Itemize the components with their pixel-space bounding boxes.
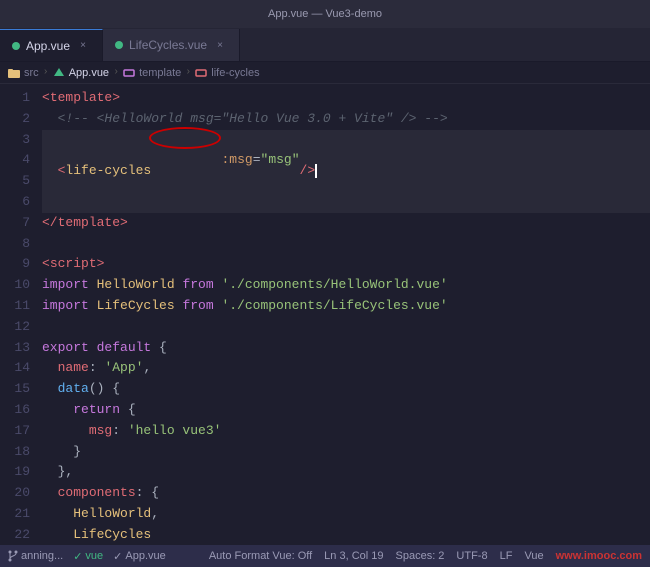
bc-sep-3: ›: [185, 67, 191, 78]
bc-template: template: [123, 67, 181, 79]
tab-close-lifecycles[interactable]: ×: [213, 38, 227, 52]
code-line-13: return {: [42, 400, 650, 421]
branch-info[interactable]: anning...: [8, 550, 63, 562]
template-icon: [123, 67, 135, 79]
auto-format[interactable]: Auto Format Vue: Off: [209, 550, 312, 562]
code-line-15: }: [42, 442, 650, 463]
branch-name: anning...: [21, 550, 63, 562]
code-line-4: </template>: [42, 213, 650, 234]
tab-app-vue[interactable]: App.vue ×: [0, 29, 103, 61]
app-vue-label: App.vue: [125, 550, 165, 562]
tab-label-app: App.vue: [26, 39, 70, 53]
spaces[interactable]: Spaces: 2: [396, 550, 445, 562]
line-ending[interactable]: LF: [500, 550, 513, 562]
encoding[interactable]: UTF-8: [456, 550, 487, 562]
tabs-bar: App.vue × LifeCycles.vue ×: [0, 28, 650, 62]
cursor-position[interactable]: Ln 3, Col 19: [324, 550, 383, 562]
editor: 1 2 3 4 5 6 7 8 9 10 11 12 13 14 15 16 1…: [0, 84, 650, 545]
tab-close-app[interactable]: ×: [76, 39, 90, 53]
folder-icon: [8, 67, 20, 79]
code-line-8: import LifeCycles from './components/Lif…: [42, 296, 650, 317]
code-line-18: HelloWorld,: [42, 504, 650, 525]
code-line-1: <template>: [42, 88, 650, 109]
status-bar: anning... ✓ vue ✓ App.vue Auto Format Vu…: [0, 545, 650, 567]
title-text: App.vue — Vue3-demo: [268, 8, 382, 20]
code-line-6: <script>: [42, 254, 650, 275]
code-line-14: msg: 'hello vue3': [42, 421, 650, 442]
watermark: www.imooc.com: [556, 550, 642, 562]
code-line-5: [42, 234, 650, 255]
code-line-7: import HelloWorld from './components/Hel…: [42, 275, 650, 296]
line-numbers: 1 2 3 4 5 6 7 8 9 10 11 12 13 14 15 16 1…: [0, 84, 38, 545]
bc-sep-2: ›: [113, 67, 119, 78]
code-line-17: components: {: [42, 483, 650, 504]
status-left: anning... ✓ vue ✓ App.vue: [8, 550, 166, 563]
code-line-2: <!-- <HelloWorld msg="Hello Vue 3.0 + Vi…: [42, 109, 650, 130]
breadcrumb: src › App.vue › template › life-cycles: [0, 62, 650, 84]
code-line-19: LifeCycles: [42, 525, 650, 545]
bc-sep-1: ›: [43, 67, 49, 78]
code-line-3: <life-cycles :msg="msg" />: [42, 130, 650, 213]
status-right: Auto Format Vue: Off Ln 3, Col 19 Spaces…: [209, 550, 642, 562]
git-branch-icon: [8, 550, 18, 562]
code-line-10: export default {: [42, 338, 650, 359]
code-line-16: },: [42, 462, 650, 483]
language[interactable]: Vue: [524, 550, 543, 562]
element-icon: [195, 67, 207, 79]
tab-dot-app: [12, 42, 20, 50]
bc-app-vue: App.vue: [53, 67, 109, 79]
vue-file-icon: [53, 67, 65, 79]
title-bar: App.vue — Vue3-demo: [0, 0, 650, 28]
code-line-11: name: 'App',: [42, 358, 650, 379]
code-line-12: data() {: [42, 379, 650, 400]
tab-dot-lifecycles: [115, 41, 123, 49]
tab-label-lifecycles: LifeCycles.vue: [129, 38, 207, 52]
app-vue-status[interactable]: ✓ App.vue: [113, 550, 166, 563]
bc-src: src: [8, 67, 39, 79]
tab-lifecycles-vue[interactable]: LifeCycles.vue ×: [103, 29, 240, 61]
code-area[interactable]: <template> <!-- <HelloWorld msg="Hello V…: [38, 84, 650, 545]
code-line-9: [42, 317, 650, 338]
bc-lifecycles: life-cycles: [195, 67, 259, 79]
vue-label: vue: [85, 550, 103, 562]
vue-status[interactable]: ✓ vue: [73, 550, 103, 563]
